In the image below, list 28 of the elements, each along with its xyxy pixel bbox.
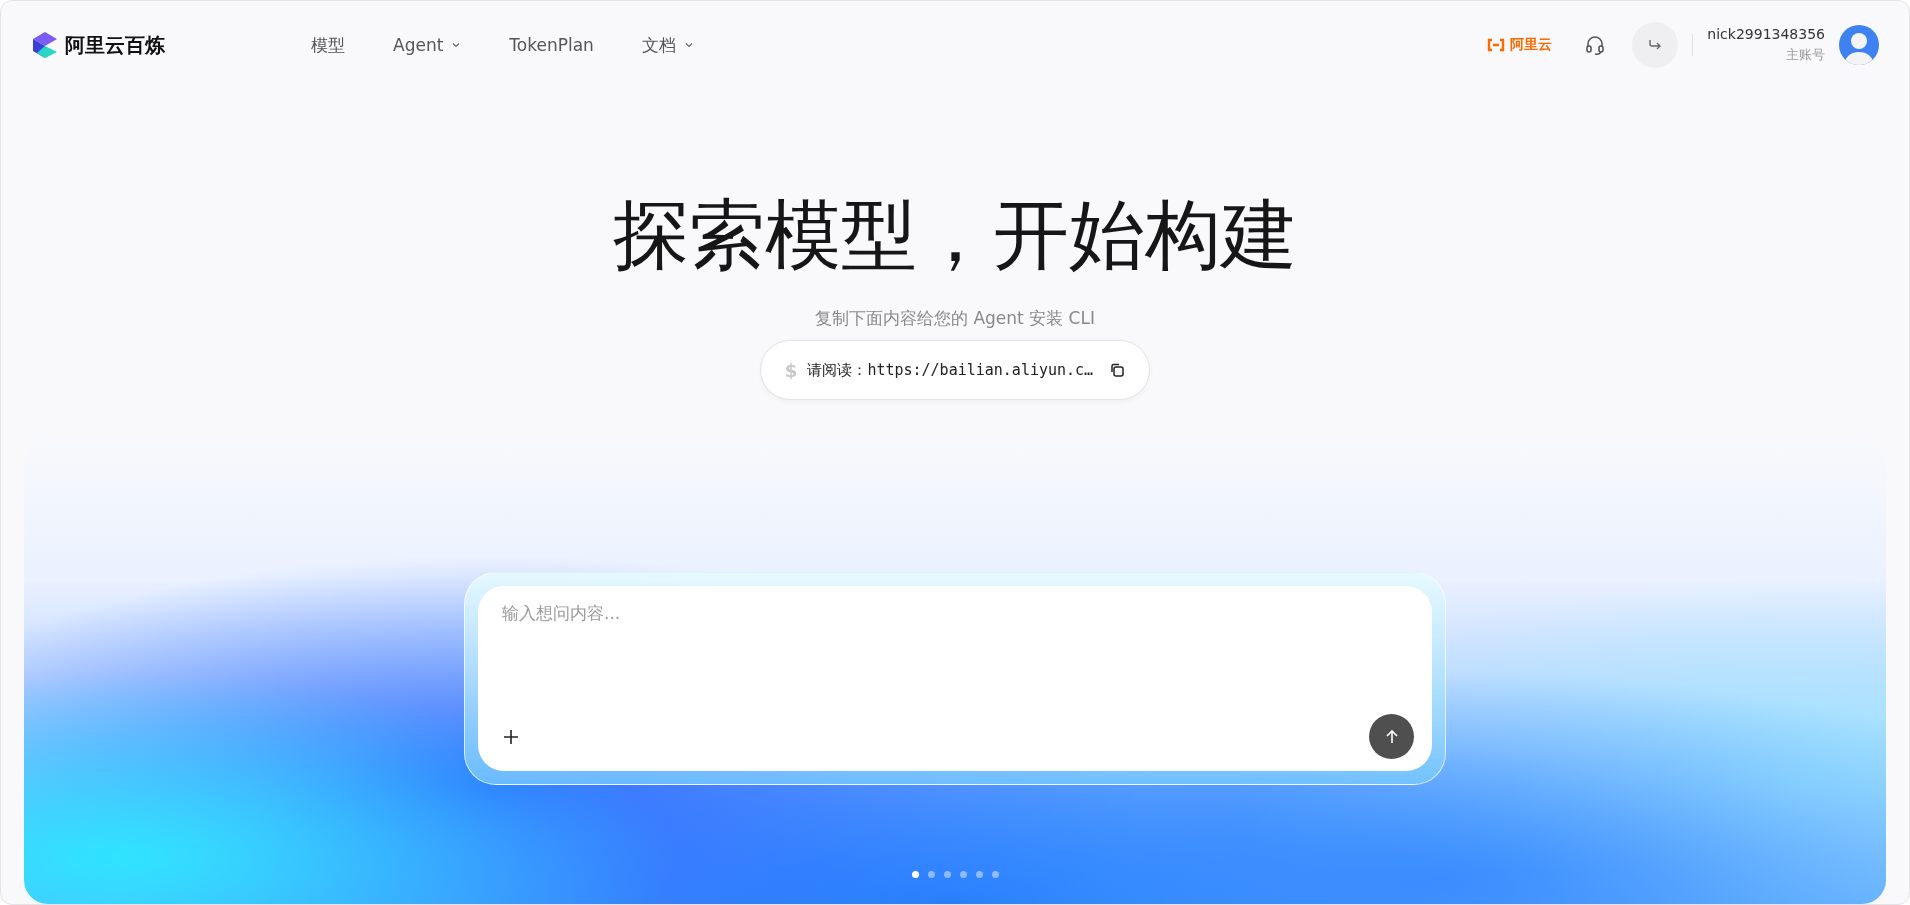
logo-icon [31,31,59,59]
prompt-symbol: $ [784,359,798,381]
carousel-dot[interactable] [959,871,967,878]
hero-title: 探索模型，开始构建 [613,197,1297,273]
carousel-dot[interactable] [943,871,951,878]
command-text: 请阅读：https://bailian.aliyun.c… [807,360,1094,380]
carousel-dot[interactable] [927,871,935,878]
caret-icon [451,40,462,50]
plus-icon[interactable] [502,727,520,746]
carousel-dot[interactable] [975,871,983,878]
account-role: 主账号 [1786,46,1825,64]
chat-input-field[interactable]: 输入想问内容... [478,586,1432,771]
nav-link[interactable]: TokenPlan [509,33,594,57]
nav-link[interactable]: Agent [393,33,462,57]
brand-name: 阿里云百炼 [65,31,165,59]
nav-link[interactable]: 文档 [641,33,694,57]
caret-icon [683,40,694,50]
hero-subtitle: 复制下面内容给您的 Agent 安装 CLI [815,307,1095,330]
avatar-icon[interactable] [1839,25,1879,65]
carousel-dot[interactable] [911,871,919,878]
headset-icon[interactable] [1584,34,1607,56]
copy-icon[interactable] [1109,362,1126,378]
user-name: nick2991348356 [1707,26,1825,42]
send-button[interactable] [1369,714,1414,759]
carousel-dot[interactable] [991,871,999,878]
message-input-field[interactable]: 输入想问内容... [502,602,1414,714]
bracket-logo-icon [1486,38,1507,52]
nav-link[interactable]: 模型 [311,33,345,57]
